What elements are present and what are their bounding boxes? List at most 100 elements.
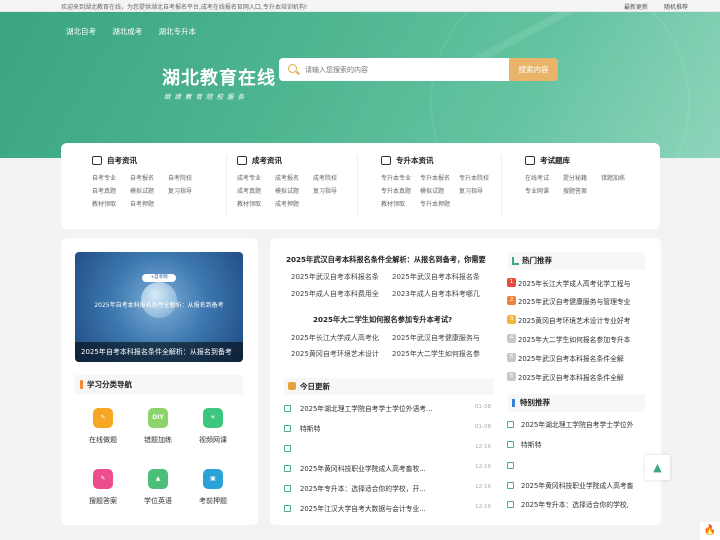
news-title[interactable]: 2025年湖北理工学院自考学士学位外语考... xyxy=(300,403,460,413)
tool-label: 错题加练 xyxy=(144,436,172,444)
list-item[interactable]: 2025年江汉大学自考大数据与会计专业... 12-16 xyxy=(284,503,491,515)
hot-title[interactable]: 2025年大二学生如何报名参加专升本 xyxy=(518,334,648,344)
category-link[interactable]: 模拟试题 xyxy=(275,186,313,195)
category-link[interactable]: 成考院校 xyxy=(313,173,351,182)
list-item[interactable]: 2025年湖北理工学院自考学士学位外 xyxy=(507,419,647,431)
nav-item-self-exam[interactable]: 湖北自考 xyxy=(66,27,96,36)
category-link[interactable]: 专业网课 xyxy=(525,186,563,195)
category-link[interactable]: 专升本专业 xyxy=(381,173,420,182)
tool-online-practice[interactable]: ✎ 在线做题 xyxy=(78,408,128,445)
recommend-title[interactable]: 特斯特 xyxy=(521,439,649,449)
search-box xyxy=(279,58,509,81)
category-link[interactable]: 复习指导 xyxy=(459,186,498,195)
list-item[interactable]: 2025年专升本：选择适合你的学校, xyxy=(507,499,647,511)
news-link[interactable]: 2025年武汉自考本科报名条 xyxy=(291,272,386,282)
news-link[interactable]: 2025年成人自考本科费用全 xyxy=(291,289,386,299)
list-item[interactable]: 12-16 xyxy=(284,443,491,455)
category-link[interactable]: 成考真题 xyxy=(237,186,275,195)
category-link[interactable]: 复习指导 xyxy=(168,186,206,195)
news-link[interactable]: 2025年武汉自考健康服务与 xyxy=(392,333,484,343)
category-link[interactable]: 模拟试题 xyxy=(420,186,459,195)
list-item[interactable]: 2025年专升本：选择适合你的学校，开... 12-16 xyxy=(284,483,491,495)
category-title[interactable]: 考试题库 xyxy=(540,155,570,166)
search-input[interactable] xyxy=(305,62,501,77)
news-date: 12-16 xyxy=(475,504,491,510)
category-link[interactable]: 专升本押题 xyxy=(420,199,459,208)
list-item[interactable]: 1 2025年长江大学成人高考化学工程与 xyxy=(507,277,647,289)
category-link[interactable]: 自考院校 xyxy=(168,173,206,182)
category-link[interactable]: 专升本报名 xyxy=(420,173,459,182)
news-title[interactable]: 2025年江汉大学自考大数据与会计专业... xyxy=(300,503,460,513)
category-link[interactable]: 专升本真题 xyxy=(381,186,420,195)
category-link[interactable]: 教材领取 xyxy=(381,199,420,208)
recommend-title[interactable]: 2025年湖北理工学院自考学士学位外 xyxy=(521,419,649,429)
nav-item-adult-exam[interactable]: 湖北成考 xyxy=(112,27,142,36)
list-item[interactable]: 2025年黄冈科技职业学院成人高考畜牧... 12-16 xyxy=(284,463,491,475)
category-link[interactable]: 提分秘籍 xyxy=(563,173,601,182)
site-logo[interactable]: 湖北教育在线 xyxy=(162,64,276,90)
category-link[interactable]: 成考报名 xyxy=(275,173,313,182)
banner-caption[interactable]: 2025年自考本科报名条件全解析：从报名到备考 xyxy=(75,342,243,362)
headline-1[interactable]: 2025年武汉自考本科报名条件全解析：从报名到备考，你需要 xyxy=(286,255,489,265)
news-link[interactable]: 2025年长江大学成人高考化 xyxy=(291,333,386,343)
list-item[interactable]: 6 2025年武汉自考本科报名条件全解 xyxy=(507,371,647,383)
recommend-title[interactable]: 2025年专升本：选择适合你的学校, xyxy=(521,499,649,509)
news-link[interactable]: 2025年武汉自考本科报名条 xyxy=(392,272,484,282)
news-title[interactable]: 2025年黄冈科技职业学院成人高考畜牧... xyxy=(300,463,460,473)
category-link[interactable]: 自考押题 xyxy=(130,199,168,208)
news-link[interactable]: 2025黄冈自考环境艺术设计 xyxy=(291,349,386,359)
hot-title[interactable]: 2025年武汉自考本科报名条件全解 xyxy=(518,372,648,382)
hot-title[interactable]: 2025黄冈自考环境艺术设计专业好考 xyxy=(518,315,648,325)
category-link[interactable]: 在线考试 xyxy=(525,173,563,182)
news-link[interactable]: 2025年大二学生如何报名参 xyxy=(392,349,484,359)
hot-title[interactable]: 2025年长江大学成人高考化学工程与 xyxy=(518,278,648,288)
document-icon xyxy=(507,421,514,428)
featured-banner[interactable]: +自考网 2025年自考本科报名条件全解析：从报名到备考 2025年自考本科报名… xyxy=(75,252,243,362)
category-title[interactable]: 专升本资讯 xyxy=(396,155,434,166)
category-title[interactable]: 成考资讯 xyxy=(252,155,282,166)
fire-icon[interactable]: 🔥 xyxy=(700,522,720,540)
tool-mistake-drill[interactable]: DIY 错题加练 xyxy=(133,408,183,445)
list-item[interactable]: 特斯特 xyxy=(507,439,647,451)
latest-updates-link[interactable]: 最新更新 xyxy=(624,4,648,11)
list-item[interactable]: 4 2025年大二学生如何报名参加专升本 xyxy=(507,333,647,345)
search-button[interactable]: 搜索内容 xyxy=(509,58,558,81)
category-link[interactable]: 复习指导 xyxy=(313,186,351,195)
category-link[interactable]: 自考专业 xyxy=(92,173,130,182)
list-item[interactable]: 5 2025年武汉自考本科报名条件全解 xyxy=(507,352,647,364)
category-link[interactable]: 自考报名 xyxy=(130,173,168,182)
banner-logo-pill: +自考网 xyxy=(142,274,176,282)
category-link[interactable]: 自考真题 xyxy=(92,186,130,195)
category-link[interactable]: 成考押题 xyxy=(275,199,313,208)
back-to-top-icon[interactable]: ▲ xyxy=(645,455,670,480)
random-recommend-link[interactable]: 随机推荐 xyxy=(664,4,688,11)
hot-title[interactable]: 2025年武汉自考健康服务与管理专业 xyxy=(518,296,648,306)
hot-title[interactable]: 2025年武汉自考本科报名条件全解 xyxy=(518,353,648,363)
tool-degree-english[interactable]: ▲ 学位英语 xyxy=(133,469,183,506)
list-item[interactable] xyxy=(507,460,647,472)
category-link[interactable]: 教材领取 xyxy=(92,199,130,208)
list-item[interactable]: 2025年黄冈科技职业学院成人高考畜 xyxy=(507,480,647,492)
diy-icon: DIY xyxy=(148,408,168,428)
list-item[interactable]: 特斯特 01-08 xyxy=(284,423,491,435)
tool-video-course[interactable]: ☀ 视频网课 xyxy=(188,408,238,445)
category-link[interactable]: 搜题答案 xyxy=(563,186,601,195)
category-link[interactable]: 专升本院校 xyxy=(459,173,498,182)
news-link[interactable]: 2023年成人自考本科考哪几 xyxy=(392,289,484,299)
category-title[interactable]: 自考资讯 xyxy=(107,155,137,166)
list-item[interactable]: 2025年湖北理工学院自考学士学位外语考... 01-08 xyxy=(284,403,491,415)
list-item[interactable]: 2 2025年武汉自考健康服务与管理专业 xyxy=(507,295,647,307)
category-link[interactable]: 成考专业 xyxy=(237,173,275,182)
tool-search-answer[interactable]: ✎ 搜题答案 xyxy=(78,469,128,506)
list-item[interactable]: 3 2025黄冈自考环境艺术设计专业好考 xyxy=(507,314,647,326)
category-link[interactable]: 错题加练 xyxy=(601,173,639,182)
category-link[interactable]: 模拟试题 xyxy=(130,186,168,195)
recommend-title[interactable]: 2025年黄冈科技职业学院成人高考畜 xyxy=(521,480,649,490)
category-question-bank: 考试题库 在线考试 提分秘籍 错题加练 专业网课 搜题答案 xyxy=(525,155,639,195)
news-title[interactable]: 2025年专升本：选择适合你的学校，开... xyxy=(300,483,460,493)
tool-pre-exam[interactable]: ▣ 考前押题 xyxy=(188,469,238,506)
headline-2[interactable]: 2025年大二学生如何报名参加专升本考试? xyxy=(313,315,483,325)
category-link[interactable]: 教材领取 xyxy=(237,199,275,208)
nav-item-upgrade[interactable]: 湖北专升本 xyxy=(158,27,196,36)
news-title[interactable]: 特斯特 xyxy=(300,423,460,433)
